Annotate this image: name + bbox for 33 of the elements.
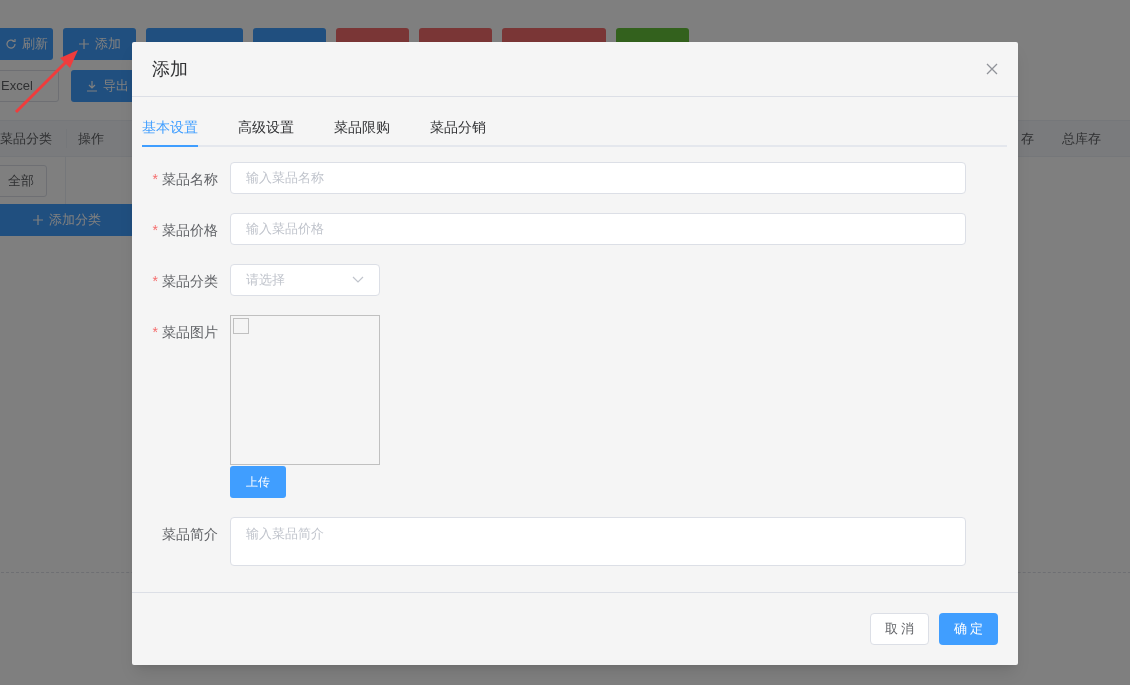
chevron-down-icon xyxy=(352,276,364,284)
column-header: 总库存 xyxy=(1062,129,1101,148)
download-icon xyxy=(86,80,98,92)
close-icon[interactable] xyxy=(986,63,998,75)
field-label: 菜品简介 xyxy=(162,525,218,544)
input-field[interactable]: 输入菜品名称 xyxy=(230,162,966,194)
add-category-button[interactable]: 添加分类 xyxy=(0,204,133,236)
field-label: 菜品价格 xyxy=(162,221,218,240)
all-categories-button[interactable]: 全部 xyxy=(0,164,47,197)
field-label: 菜品图片 xyxy=(162,323,218,342)
refresh-icon xyxy=(5,38,17,50)
column-header: 菜品分类 xyxy=(0,129,53,148)
field-label: 菜品名称 xyxy=(162,170,218,189)
required-mark: * xyxy=(152,272,158,291)
column-header: 存 xyxy=(1020,129,1035,148)
tab[interactable]: 基本设置 xyxy=(142,110,198,147)
plus-icon xyxy=(78,38,90,50)
dialog-title: 添加 xyxy=(152,57,188,81)
format-select[interactable]: Excel xyxy=(0,70,59,102)
field-label: 菜品分类 xyxy=(162,272,218,291)
plus-icon xyxy=(32,214,44,226)
required-mark: * xyxy=(152,323,158,342)
broken-image-icon xyxy=(233,318,249,334)
required-mark: * xyxy=(152,170,158,189)
input-field[interactable]: 输入菜品价格 xyxy=(230,213,966,245)
toolbar-button[interactable]: 添加 xyxy=(63,28,136,60)
upload-button[interactable]: 上传 xyxy=(230,466,286,498)
dialog-button[interactable]: 取 消 xyxy=(870,613,929,645)
required-mark: * xyxy=(152,221,158,240)
textarea-field[interactable]: 输入菜品简介 xyxy=(230,517,966,566)
toolbar-button[interactable]: 刷新 xyxy=(0,28,53,60)
dialog-button[interactable]: 确 定 xyxy=(939,613,998,645)
select-field[interactable]: 请选择 xyxy=(230,264,380,296)
